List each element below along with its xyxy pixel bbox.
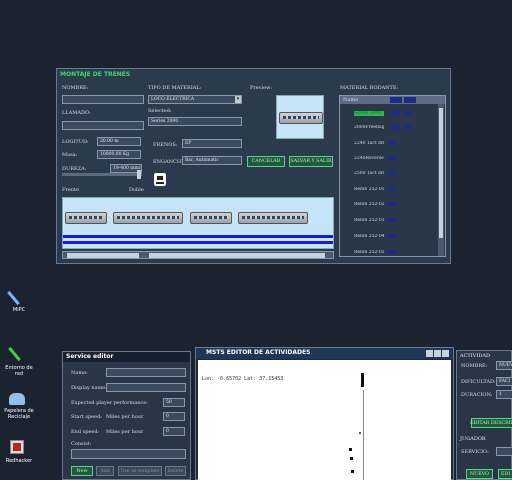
montaje-title: MONTAJE DE TRENES xyxy=(60,71,131,78)
actividad-panel: ACTIVIDAD NOMBRE: NUEV DIFICULTAD: FACI … xyxy=(456,350,512,480)
dificultad-select[interactable]: FACI xyxy=(496,377,512,386)
delete-button[interactable]: Delete xyxy=(165,466,186,476)
expected-stepper[interactable]: 50 xyxy=(163,398,185,407)
consist-scrollbar[interactable] xyxy=(62,251,334,259)
msts-titlebar: MSTS EDITOR DE ACTIVIDADES xyxy=(196,348,453,359)
jugador-section: JUGADOR xyxy=(460,436,486,442)
duracion-field[interactable]: 1 xyxy=(496,390,512,399)
add-button[interactable]: Add xyxy=(96,466,114,476)
map-canvas[interactable]: Lon: -6.65702 Lat: 37.15453 xyxy=(198,360,451,480)
list-item[interactable]: Series 2000 xyxy=(342,107,434,119)
new-button[interactable]: New xyxy=(71,466,93,476)
redhacker-label[interactable]: Redhacker xyxy=(2,458,36,464)
salvar-button[interactable]: SALVAR Y SALIR xyxy=(289,156,333,167)
doble-label: Doble xyxy=(129,187,144,193)
selected-field: Series 2000 xyxy=(148,117,242,126)
actividad-section: ACTIVIDAD xyxy=(460,353,490,359)
frenos-label: FRENOS: xyxy=(153,142,178,148)
act-nombre-label: NOMBRE: xyxy=(461,363,488,369)
recycle-bin-icon[interactable] xyxy=(9,393,25,405)
list-item[interactable]: 2500 Tact dri.. xyxy=(342,167,434,179)
material-list[interactable]: Name Series 2000 2000Freeflag 2240 Tact … xyxy=(339,95,446,257)
list-item[interactable]: 2240 Tact dri.. xyxy=(342,137,434,149)
editar-descrip-button[interactable]: EDITAR DESCRIP xyxy=(470,418,512,428)
list-item[interactable]: 2000Freeflag xyxy=(342,121,434,133)
coords-readout: Lon: -6.65702 Lat: 37.15453 xyxy=(202,376,284,382)
recycle-bin-label[interactable]: Papelera de Reciclaje xyxy=(2,408,36,420)
name-field[interactable] xyxy=(106,368,186,377)
minimize-button[interactable] xyxy=(426,350,433,357)
frente-label: Frente xyxy=(62,187,80,193)
list-header: Name xyxy=(340,96,445,104)
display-name-label: Display name: xyxy=(71,385,107,391)
consist-select[interactable] xyxy=(71,449,186,459)
dureza-slider[interactable] xyxy=(62,170,142,179)
redhacker-icon[interactable] xyxy=(10,440,24,454)
list-item[interactable]: Renfe 252-03.. xyxy=(342,214,434,226)
dureza-label: DUREZA: xyxy=(62,166,87,172)
chevron-down-icon[interactable]: ▾ xyxy=(235,96,241,103)
list-item[interactable]: Renfe 252-04.. xyxy=(342,230,434,242)
material-label: MATERIAL RODANTE: xyxy=(340,85,399,91)
llamado-label: LLAMADO: xyxy=(62,110,91,116)
end-mph-label: Miles per hour xyxy=(106,429,144,435)
longitud-label: LOGITUD: xyxy=(62,139,89,145)
preview-image xyxy=(276,95,324,139)
llamado-field[interactable] xyxy=(62,121,144,130)
maximize-button[interactable] xyxy=(434,350,441,357)
network-label[interactable]: Entorno de red xyxy=(2,365,36,377)
consist-track[interactable] xyxy=(62,197,334,249)
consist-label: Consist: xyxy=(71,441,92,447)
masa-label: Masa: xyxy=(62,152,78,158)
dificultad-label: DIFICULTAD: xyxy=(461,379,496,385)
servicio-label: SERVICIO: xyxy=(461,449,489,455)
nuevo-button[interactable]: NUEVO xyxy=(466,469,493,479)
name-label: Name: xyxy=(71,370,88,376)
msts-window: MSTS EDITOR DE ACTIVIDADES Lon: -6.65702… xyxy=(195,347,454,480)
start-speed-label: Start speed: xyxy=(71,414,102,420)
service-editor-window: Service editor Name: Display name: Expec… xyxy=(62,351,191,480)
montaje-window: MONTAJE DE TRENES NOMBRE: LLAMADO: TIPO … xyxy=(56,68,451,264)
cancelar-button[interactable]: CANCELAR xyxy=(247,156,285,167)
close-button[interactable] xyxy=(442,350,449,357)
mipc-icon[interactable] xyxy=(7,288,28,306)
locomotive-icon[interactable] xyxy=(154,173,166,186)
masa-field: 10000.00 Kg xyxy=(97,150,141,159)
tipo-select[interactable]: LOCO ELECTRICA xyxy=(148,95,242,104)
selected-label: Selected: xyxy=(148,108,172,114)
nombre-field[interactable] xyxy=(62,95,144,104)
servicio-field[interactable] xyxy=(496,447,512,456)
frenos-field: EP xyxy=(182,139,242,148)
list-item[interactable]: Renfe 252-01.. xyxy=(342,183,434,195)
mipc-label[interactable]: MiPC xyxy=(2,307,36,313)
start-speed-stepper[interactable]: 0 xyxy=(163,412,185,421)
duracion-label: DURACION: xyxy=(461,392,493,398)
list-item[interactable]: Renfe 252-05.. xyxy=(342,246,434,256)
expected-label: Expected player performance: xyxy=(71,400,148,406)
tipo-label: TIPO DE MATERIAL: xyxy=(148,85,202,91)
act-nombre-field[interactable]: NUEV xyxy=(496,361,512,370)
list-item[interactable]: 2240Reversed xyxy=(342,152,434,164)
end-speed-stepper[interactable]: 0 xyxy=(163,427,185,436)
template-button[interactable]: Use as template xyxy=(118,466,162,476)
service-titlebar: Service editor xyxy=(63,352,190,362)
display-name-field[interactable] xyxy=(106,383,186,392)
enganches-field: Bar, Automatic xyxy=(182,156,242,165)
network-icon[interactable] xyxy=(8,346,28,362)
nombre-label: NOMBRE: xyxy=(62,85,89,91)
list-scrollbar[interactable] xyxy=(438,104,444,256)
start-mph-label: Miles per hour xyxy=(106,414,144,420)
longitud-field: 20.00 m xyxy=(97,137,141,146)
list-item[interactable]: Renfe 252-02.. xyxy=(342,198,434,210)
end-speed-label: End speed: xyxy=(71,429,100,435)
preview-label: Preview: xyxy=(250,85,273,91)
edit-button[interactable]: EDI xyxy=(498,469,512,479)
